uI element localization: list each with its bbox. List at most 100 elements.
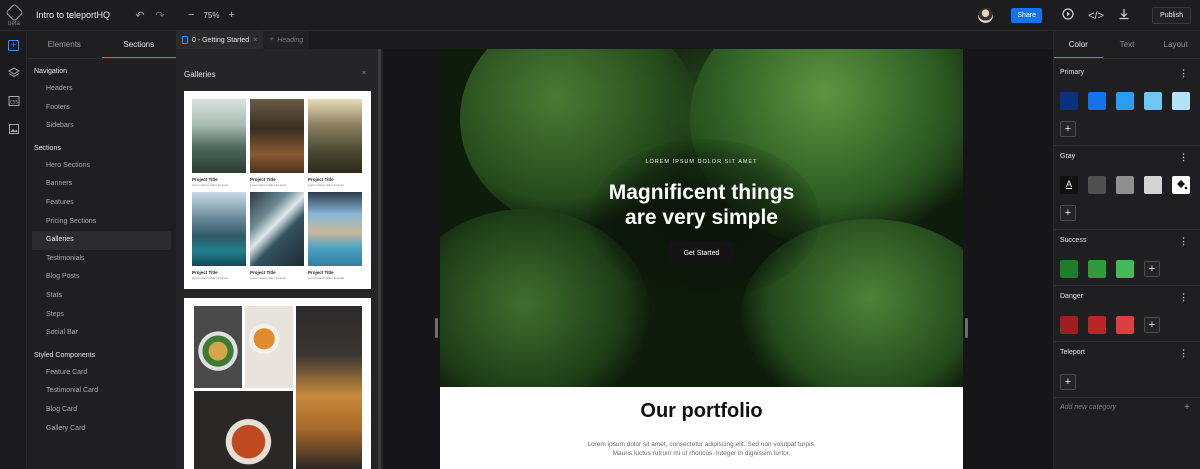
tab-color[interactable]: Color bbox=[1054, 31, 1103, 58]
hero-section[interactable]: LOREM IPSUM DOLOR SIT AMET Magnificent t… bbox=[440, 49, 963, 387]
portfolio-section[interactable]: Our portfolio Lorem ipsum dolor sit amet… bbox=[440, 387, 963, 469]
hero-eyebrow: LOREM IPSUM DOLOR SIT AMET bbox=[645, 159, 758, 165]
gallery-card-title: Project Title bbox=[250, 270, 276, 275]
avatar[interactable] bbox=[978, 8, 994, 23]
group-styled-components: Styled Components bbox=[34, 351, 96, 359]
sidebar-item-sidebars[interactable]: Sidebars bbox=[27, 117, 176, 136]
gallery-image-forest-path bbox=[250, 99, 304, 173]
sidebar-item-footers[interactable]: Footers bbox=[27, 99, 176, 118]
get-started-button[interactable]: Get Started bbox=[669, 242, 734, 266]
sidebar-item-feature-card[interactable]: Feature Card bbox=[27, 364, 176, 383]
tab-heading[interactable]: ⌖ Heading bbox=[263, 31, 310, 49]
add-new-category-input[interactable]: Add new category bbox=[1060, 404, 1116, 411]
color-swatch[interactable] bbox=[1116, 92, 1134, 110]
galleries-scrollbar[interactable] bbox=[378, 31, 381, 469]
share-button[interactable]: Share bbox=[1011, 8, 1043, 23]
sidebar-item-testimonial-card[interactable]: Testimonial Card bbox=[27, 382, 176, 401]
divider bbox=[1054, 341, 1200, 342]
sidebar-item-pricing-sections[interactable]: Pricing Sections bbox=[27, 213, 176, 232]
teleporthq-logo[interactable]: beta bbox=[0, 0, 28, 31]
sidebar-item-banners[interactable]: Banners bbox=[27, 175, 176, 194]
resize-handle-left[interactable] bbox=[435, 318, 438, 338]
color-swatch[interactable] bbox=[1116, 260, 1134, 278]
gallery-card-title: Project Title bbox=[250, 177, 276, 182]
divider bbox=[1054, 397, 1200, 398]
tab-getting-started[interactable]: 0 - Getting Started × bbox=[176, 31, 264, 49]
more-vertical-icon[interactable]: ⋮ bbox=[1179, 236, 1188, 247]
tab-sections[interactable]: Sections bbox=[101, 31, 176, 58]
add-color-button[interactable]: + bbox=[1144, 261, 1160, 277]
add-color-button[interactable]: + bbox=[1060, 121, 1076, 137]
css-tool[interactable]: CSS bbox=[0, 87, 27, 115]
portfolio-description: Lorem ipsum dolor sit amet, consectetur … bbox=[440, 440, 963, 458]
sidebar-item-social-bar[interactable]: Social Bar bbox=[27, 324, 176, 343]
gallery-image-pancakes bbox=[296, 306, 362, 469]
color-swatch[interactable] bbox=[1088, 92, 1106, 110]
sidebar-item-blog-card[interactable]: Blog Card bbox=[27, 401, 176, 420]
zoom-in-button[interactable]: + bbox=[228, 9, 234, 21]
sidebar-item-headers[interactable]: Headers bbox=[27, 80, 176, 99]
sidebar-item-steps[interactable]: Steps bbox=[27, 306, 176, 325]
color-swatch[interactable] bbox=[1088, 176, 1106, 194]
add-color-button[interactable]: + bbox=[1060, 374, 1076, 390]
layers-tool[interactable] bbox=[0, 59, 27, 87]
more-vertical-icon[interactable]: ⋮ bbox=[1179, 152, 1188, 163]
close-icon[interactable]: × bbox=[362, 70, 366, 77]
gallery-image-curry bbox=[194, 391, 293, 469]
color-swatch[interactable] bbox=[1144, 176, 1162, 194]
page-preview: LOREM IPSUM DOLOR SIT AMET Magnificent t… bbox=[440, 49, 963, 469]
color-swatch[interactable] bbox=[1116, 316, 1134, 334]
gallery-template-grid[interactable]: Project Title Lorem ipsum dolor sit amet… bbox=[184, 91, 371, 289]
more-vertical-icon[interactable]: ⋮ bbox=[1179, 348, 1188, 359]
color-swatch[interactable] bbox=[1088, 260, 1106, 278]
document-tabs: 0 - Getting Started × ⌖ Heading bbox=[176, 31, 1053, 49]
sidebar-item-stats[interactable]: Stats bbox=[27, 287, 176, 306]
portfolio-title: Our portfolio bbox=[640, 400, 763, 422]
undo-icon[interactable]: ↶ bbox=[130, 9, 150, 22]
project-title[interactable]: Intro to teleportHQ bbox=[36, 10, 130, 20]
add-color-button[interactable]: + bbox=[1144, 317, 1160, 333]
color-swatch[interactable] bbox=[1172, 92, 1190, 110]
color-swatch-background[interactable] bbox=[1172, 176, 1190, 194]
sidebar-item-testimonials[interactable]: Testimonials bbox=[27, 250, 176, 269]
sidebar-item-gallery-card[interactable]: Gallery Card bbox=[27, 420, 176, 439]
color-swatch[interactable] bbox=[1060, 260, 1078, 278]
more-vertical-icon[interactable]: ⋮ bbox=[1179, 292, 1188, 303]
gallery-card-title: Project Title bbox=[308, 177, 334, 182]
resize-handle-right[interactable] bbox=[965, 318, 968, 338]
tab-layout[interactable]: Layout bbox=[1151, 31, 1200, 58]
more-vertical-icon[interactable]: ⋮ bbox=[1179, 68, 1188, 79]
zoom-out-button[interactable]: − bbox=[188, 9, 194, 21]
color-swatch[interactable] bbox=[1060, 92, 1078, 110]
design-canvas[interactable]: LOREM IPSUM DOLOR SIT AMET Magnificent t… bbox=[383, 49, 1053, 469]
sidebar-item-hero-sections[interactable]: Hero Sections bbox=[27, 157, 176, 176]
gallery-card-title: Project Title bbox=[192, 177, 218, 182]
sidebar-item-blog-posts[interactable]: Blog Posts bbox=[27, 268, 176, 287]
logo-icon bbox=[4, 2, 24, 22]
color-swatch[interactable] bbox=[1088, 316, 1106, 334]
sidebar-item-features[interactable]: Features bbox=[27, 194, 176, 213]
add-elements-tool[interactable]: + bbox=[0, 31, 27, 59]
add-color-button[interactable]: + bbox=[1060, 205, 1076, 221]
code-icon[interactable]: </> bbox=[1086, 10, 1106, 22]
close-tab-icon[interactable]: × bbox=[253, 37, 257, 44]
color-swatch[interactable] bbox=[1116, 176, 1134, 194]
download-icon[interactable] bbox=[1114, 8, 1134, 23]
zoom-level[interactable]: 75% bbox=[203, 11, 219, 20]
assets-tool[interactable] bbox=[0, 115, 27, 143]
color-swatch[interactable] bbox=[1060, 316, 1078, 334]
sidebar-item-galleries[interactable]: Galleries bbox=[32, 231, 171, 250]
left-icon-rail: + CSS bbox=[0, 31, 27, 469]
color-swatch[interactable] bbox=[1144, 92, 1162, 110]
gallery-template-food[interactable] bbox=[184, 298, 371, 469]
gallery-image-salad-bowl bbox=[194, 306, 242, 388]
add-category-button[interactable]: + bbox=[1184, 402, 1190, 413]
tab-elements[interactable]: Elements bbox=[27, 31, 102, 58]
play-icon[interactable] bbox=[1058, 8, 1078, 23]
gallery-card-subtitle: Lorem ipsum dolor sit amet bbox=[192, 183, 229, 187]
redo-icon[interactable]: ↷ bbox=[150, 9, 170, 22]
color-swatch-text[interactable]: A bbox=[1060, 176, 1078, 194]
gallery-image-mountain-lake bbox=[192, 192, 246, 266]
tab-text[interactable]: Text bbox=[1103, 31, 1152, 58]
publish-button[interactable]: Publish bbox=[1152, 7, 1191, 24]
